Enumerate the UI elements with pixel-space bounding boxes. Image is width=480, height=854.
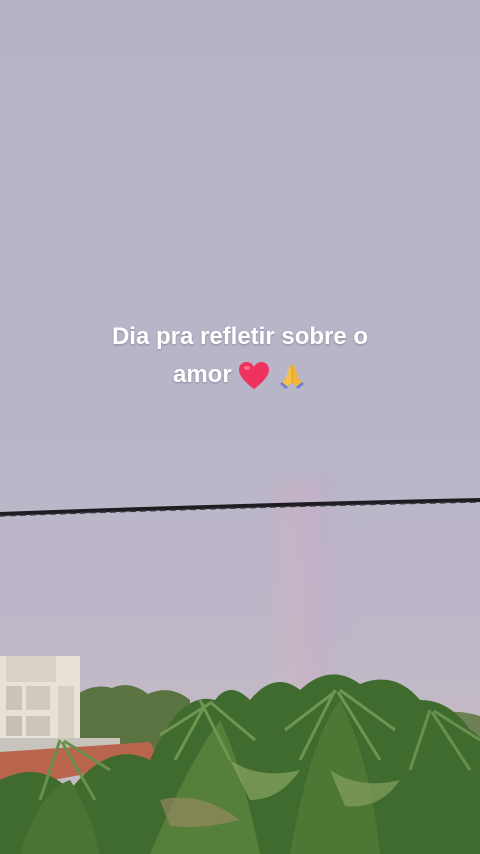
caption-line-1: Dia pra refletir sobre o — [111, 323, 369, 350]
caption-word-amor: amor — [172, 361, 232, 388]
caption-line-2: amor — [0, 356, 480, 394]
story-frame[interactable]: Dia pra refletir sobre o amor — [0, 0, 480, 854]
red-heart-icon — [239, 361, 270, 389]
folded-hands-icon — [280, 363, 305, 389]
story-caption: Dia pra refletir sobre o amor — [0, 318, 480, 394]
power-line — [0, 498, 480, 517]
scene-illustration — [0, 498, 480, 854]
